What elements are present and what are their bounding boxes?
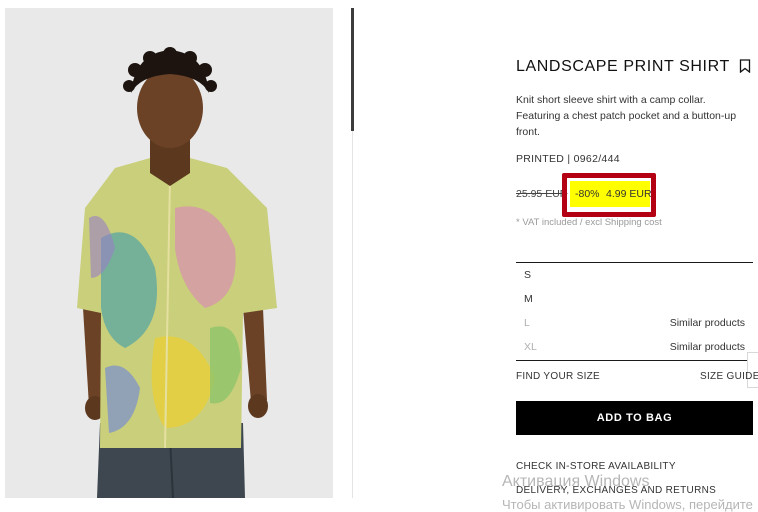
size-option-s[interactable]: S (516, 263, 753, 287)
windows-activation-watermark-text: Чтобы активировать Windows, перейдите (502, 497, 753, 512)
size-label: M (524, 293, 533, 305)
product-title: LANDSCAPE PRINT SHIRT (516, 58, 730, 75)
bookmark-icon[interactable] (739, 59, 751, 73)
size-option-xl[interactable]: XL Similar products (516, 335, 753, 359)
product-image[interactable] (5, 8, 333, 498)
vat-note: * VAT included / excl Shipping cost (516, 217, 662, 228)
discount-badge: -80% (575, 188, 600, 200)
find-your-size-link[interactable]: FIND YOUR SIZE (516, 371, 600, 382)
product-description: Knit short sleeve shirt with a camp coll… (516, 94, 737, 138)
check-store-availability-link[interactable]: CHECK IN-STORE AVAILABILITY (516, 461, 676, 472)
size-guide-link[interactable]: SIZE GUIDE (700, 371, 758, 382)
size-list-divider-bottom (516, 360, 753, 361)
size-label: L (524, 317, 530, 329)
product-reference: PRINTED | 0962/444 (516, 153, 620, 165)
similar-products-link[interactable]: Similar products (670, 341, 745, 353)
size-label: S (524, 269, 532, 281)
size-label: XL (524, 341, 537, 353)
sale-price: 4.99 EUR (606, 188, 652, 200)
windows-activation-watermark-title: Активация Windows (502, 473, 650, 490)
side-panel-tab[interactable] (747, 352, 758, 388)
original-price: 25.95 EUR (516, 188, 568, 200)
size-option-l[interactable]: L Similar products (516, 311, 753, 335)
add-to-bag-button[interactable]: ADD TO BAG (516, 401, 753, 435)
scroll-thumb[interactable] (351, 8, 354, 131)
size-option-m[interactable]: M (516, 287, 753, 311)
similar-products-link[interactable]: Similar products (670, 317, 745, 329)
